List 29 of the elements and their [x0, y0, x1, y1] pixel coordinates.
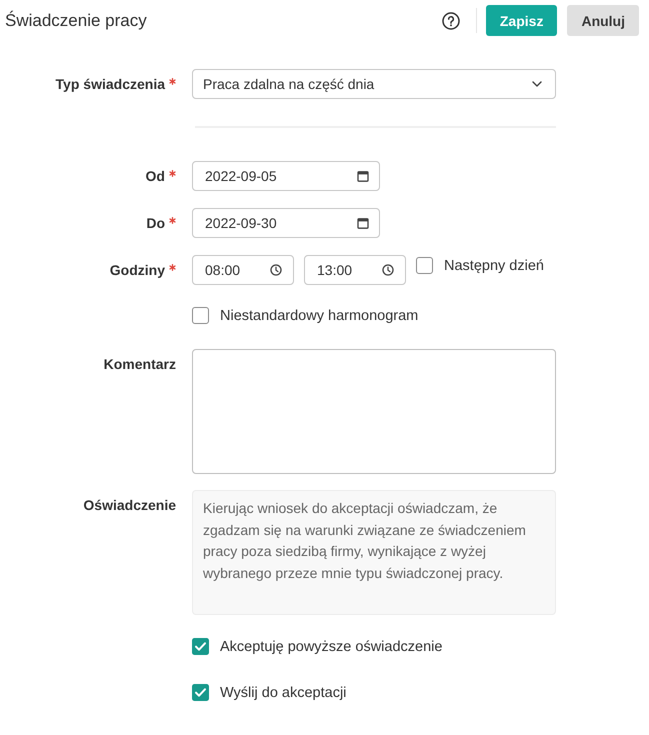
date-field[interactable]: 2022-09-30: [192, 208, 380, 238]
statement-text: Kierując wniosek do akceptacji oświadczam, że zgadzam się na warunki związane ze świadczeniem pracy poza siedzibą firmy, wynikające z wyżej wybranego przeze mnie typu świadczonej pracy.: [203, 499, 527, 583]
field-label: Godziny: [110, 262, 165, 278]
checkbox-label: Wyślij do akceptacji: [220, 684, 346, 700]
help-icon[interactable]: [442, 12, 460, 30]
chevron-down-icon: [532, 81, 542, 87]
dropdown-field[interactable]: Praca zdalna na część dnia: [192, 69, 556, 99]
checkbox-label: Następny dzień: [444, 258, 544, 274]
calendar-icon: [357, 170, 369, 182]
calendar-icon: [357, 217, 369, 229]
checkbox[interactable]: [192, 638, 209, 655]
field-label: Oświadczenie: [83, 497, 176, 513]
checkbox[interactable]: [192, 684, 209, 701]
cancel-button[interactable]: Anuluj: [567, 5, 639, 36]
clock-icon: [382, 264, 394, 276]
field-label: Komentarz: [104, 356, 176, 372]
comment-textarea[interactable]: [192, 349, 556, 474]
time-field[interactable]: 08:00: [192, 255, 294, 285]
field-label: Typ świadczenia: [56, 76, 165, 92]
checkbox-label: Niestandardowy harmonogram: [220, 308, 418, 324]
checkbox[interactable]: [192, 307, 209, 324]
date-field[interactable]: 2022-09-05: [192, 161, 380, 191]
field-label: Do: [146, 215, 165, 231]
checkbox-label: Akceptuję powyższe oświadczenie: [220, 638, 442, 654]
time-field[interactable]: 13:00: [304, 255, 406, 285]
checkbox[interactable]: [416, 257, 433, 274]
field-label: Od: [146, 168, 165, 184]
clock-icon: [270, 264, 282, 276]
page-title: Świadczenie pracy: [5, 10, 147, 30]
